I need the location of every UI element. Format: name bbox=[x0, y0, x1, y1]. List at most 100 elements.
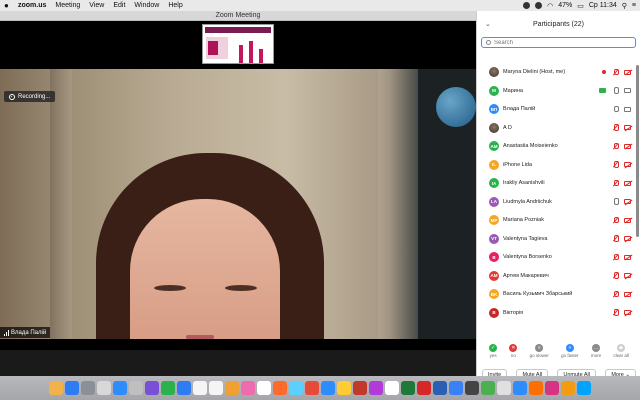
shared-screen-thumbnail[interactable] bbox=[202, 24, 274, 64]
mic-muted-icon[interactable] bbox=[612, 290, 619, 298]
camera-off-icon[interactable] bbox=[624, 162, 631, 168]
dock-app-icon[interactable] bbox=[401, 381, 415, 395]
reaction-more[interactable]: … more bbox=[591, 344, 601, 364]
dock-app-icon[interactable] bbox=[97, 381, 111, 395]
dock-app-icon[interactable] bbox=[177, 381, 191, 395]
camera-off-icon[interactable] bbox=[624, 69, 631, 75]
dock-app-icon[interactable] bbox=[449, 381, 463, 395]
participant-row[interactable]: B Valentyna Borsenko bbox=[477, 248, 637, 267]
dock-app-icon[interactable] bbox=[65, 381, 79, 395]
reaction-yes[interactable]: ✓ yes bbox=[489, 344, 498, 364]
dock-app-icon[interactable] bbox=[465, 381, 479, 395]
participant-row[interactable]: VT Valentyna Tagieva bbox=[477, 230, 637, 249]
mic-icon[interactable] bbox=[612, 105, 619, 113]
menu-edit[interactable]: Edit bbox=[113, 2, 125, 9]
participant-row[interactable]: ВП Влада Палій bbox=[477, 100, 637, 119]
dock-app-icon[interactable] bbox=[113, 381, 127, 395]
dock-app-icon[interactable] bbox=[129, 381, 143, 395]
camera-off-icon[interactable] bbox=[624, 310, 631, 316]
mic-muted-icon[interactable] bbox=[612, 68, 619, 76]
recording-indicator[interactable]: Recording... bbox=[4, 91, 56, 102]
status-icon[interactable] bbox=[523, 2, 531, 9]
camera-off-icon[interactable] bbox=[624, 180, 631, 186]
mic-muted-icon[interactable] bbox=[612, 179, 619, 187]
reaction-go-slower[interactable]: «go slower bbox=[530, 344, 549, 364]
dock-app-icon[interactable] bbox=[417, 381, 431, 395]
participant-row[interactable]: AM Anastasiia Moiseienko bbox=[477, 137, 637, 156]
participant-row[interactable]: B Вікторія bbox=[477, 304, 637, 323]
dock-app-icon[interactable] bbox=[481, 381, 495, 395]
dock-app-icon[interactable] bbox=[545, 381, 559, 395]
mic-muted-icon[interactable] bbox=[612, 161, 619, 168]
mic-icon[interactable] bbox=[612, 87, 619, 94]
dock-app-icon[interactable] bbox=[241, 381, 255, 395]
participant-row[interactable]: BK Василь Кузьмич Збарський bbox=[477, 285, 637, 304]
menu-window[interactable]: Window bbox=[134, 2, 159, 9]
zoom-status-icon[interactable] bbox=[535, 2, 543, 9]
participants-list[interactable]: Maryna Dielini (Host, me) M Марина ВП Влада … bbox=[477, 63, 637, 338]
dock-app-icon[interactable] bbox=[161, 381, 175, 395]
dock-app-icon[interactable] bbox=[561, 381, 575, 395]
mic-muted-icon[interactable] bbox=[612, 124, 619, 131]
reaction-clear-all[interactable]: ◆ clear all bbox=[613, 344, 629, 364]
dock-app-icon[interactable] bbox=[513, 381, 527, 395]
dock-app-icon[interactable] bbox=[225, 381, 239, 395]
reaction-go-faster[interactable]: » go faster bbox=[561, 344, 579, 364]
collapse-chevron-icon[interactable]: ⌄ bbox=[485, 20, 491, 28]
dock-app-icon[interactable] bbox=[385, 381, 399, 395]
dock-app-icon[interactable] bbox=[305, 381, 319, 395]
mic-muted-icon[interactable] bbox=[612, 272, 619, 279]
camera-icon[interactable] bbox=[624, 106, 631, 112]
participant-row[interactable]: IA Irakliy Asanishvili bbox=[477, 174, 637, 193]
dock-app-icon[interactable] bbox=[353, 381, 367, 395]
camera-off-icon[interactable] bbox=[624, 236, 631, 242]
clock[interactable]: Ср 11:34 bbox=[589, 2, 617, 9]
participant-search-input[interactable] bbox=[494, 39, 614, 46]
menu-app[interactable]: zoom.us bbox=[18, 2, 46, 9]
wifi-icon[interactable]: ◠ bbox=[547, 2, 553, 10]
participant-search[interactable] bbox=[481, 37, 636, 48]
participant-row[interactable]: M Марина bbox=[477, 82, 637, 101]
menu-meeting[interactable]: Meeting bbox=[55, 2, 80, 9]
mic-muted-icon[interactable] bbox=[612, 235, 619, 242]
participant-row[interactable]: Maryna Dielini (Host, me) bbox=[477, 63, 637, 82]
camera-off-icon[interactable] bbox=[624, 254, 631, 260]
search-icon[interactable]: ⚲ bbox=[622, 2, 627, 10]
camera-off-icon[interactable] bbox=[624, 199, 631, 205]
dock-app-icon[interactable] bbox=[257, 381, 271, 395]
participant-row[interactable]: AM Артем Макаревич bbox=[477, 267, 637, 286]
mic-muted-icon[interactable] bbox=[612, 216, 619, 224]
dock-app-icon[interactable] bbox=[529, 381, 543, 395]
dock-app-icon[interactable] bbox=[81, 381, 95, 395]
menu-help[interactable]: Help bbox=[168, 2, 182, 9]
dock-app-icon[interactable] bbox=[497, 381, 511, 395]
participants-scrollbar[interactable] bbox=[636, 65, 639, 237]
reaction-no[interactable]: ✕ no bbox=[509, 344, 518, 364]
participant-row[interactable]: A D bbox=[477, 119, 637, 138]
camera-off-icon[interactable] bbox=[624, 125, 631, 131]
dock-app-icon[interactable] bbox=[577, 381, 591, 395]
mic-icon[interactable] bbox=[612, 198, 619, 205]
dock-app-icon[interactable] bbox=[369, 381, 383, 395]
apple-icon[interactable]: ● bbox=[4, 1, 12, 10]
camera-off-icon[interactable] bbox=[624, 143, 631, 149]
dock-app-icon[interactable] bbox=[289, 381, 303, 395]
dock-app-icon[interactable] bbox=[273, 381, 287, 395]
dock-app-icon[interactable] bbox=[145, 381, 159, 395]
camera-off-icon[interactable] bbox=[624, 291, 631, 297]
dock-app-icon[interactable] bbox=[209, 381, 223, 395]
dock-app-icon[interactable] bbox=[337, 381, 351, 395]
mic-muted-icon[interactable] bbox=[612, 253, 619, 261]
dock-app-icon[interactable] bbox=[321, 381, 335, 395]
camera-off-icon[interactable] bbox=[624, 217, 631, 223]
mic-muted-icon[interactable] bbox=[612, 309, 619, 316]
dock-app-icon[interactable] bbox=[193, 381, 207, 395]
control-center-icon[interactable]: ≡ bbox=[632, 2, 636, 9]
participant-row[interactable]: LA Liudmyla Andriichuk bbox=[477, 193, 637, 212]
participant-row[interactable]: MP Mariana Pozniak bbox=[477, 211, 637, 230]
menu-view[interactable]: View bbox=[89, 2, 104, 9]
battery-icon[interactable]: ▭ bbox=[577, 2, 584, 10]
mic-muted-icon[interactable] bbox=[612, 142, 619, 150]
dock-app-icon[interactable] bbox=[49, 381, 63, 395]
camera-off-icon[interactable] bbox=[624, 273, 631, 279]
